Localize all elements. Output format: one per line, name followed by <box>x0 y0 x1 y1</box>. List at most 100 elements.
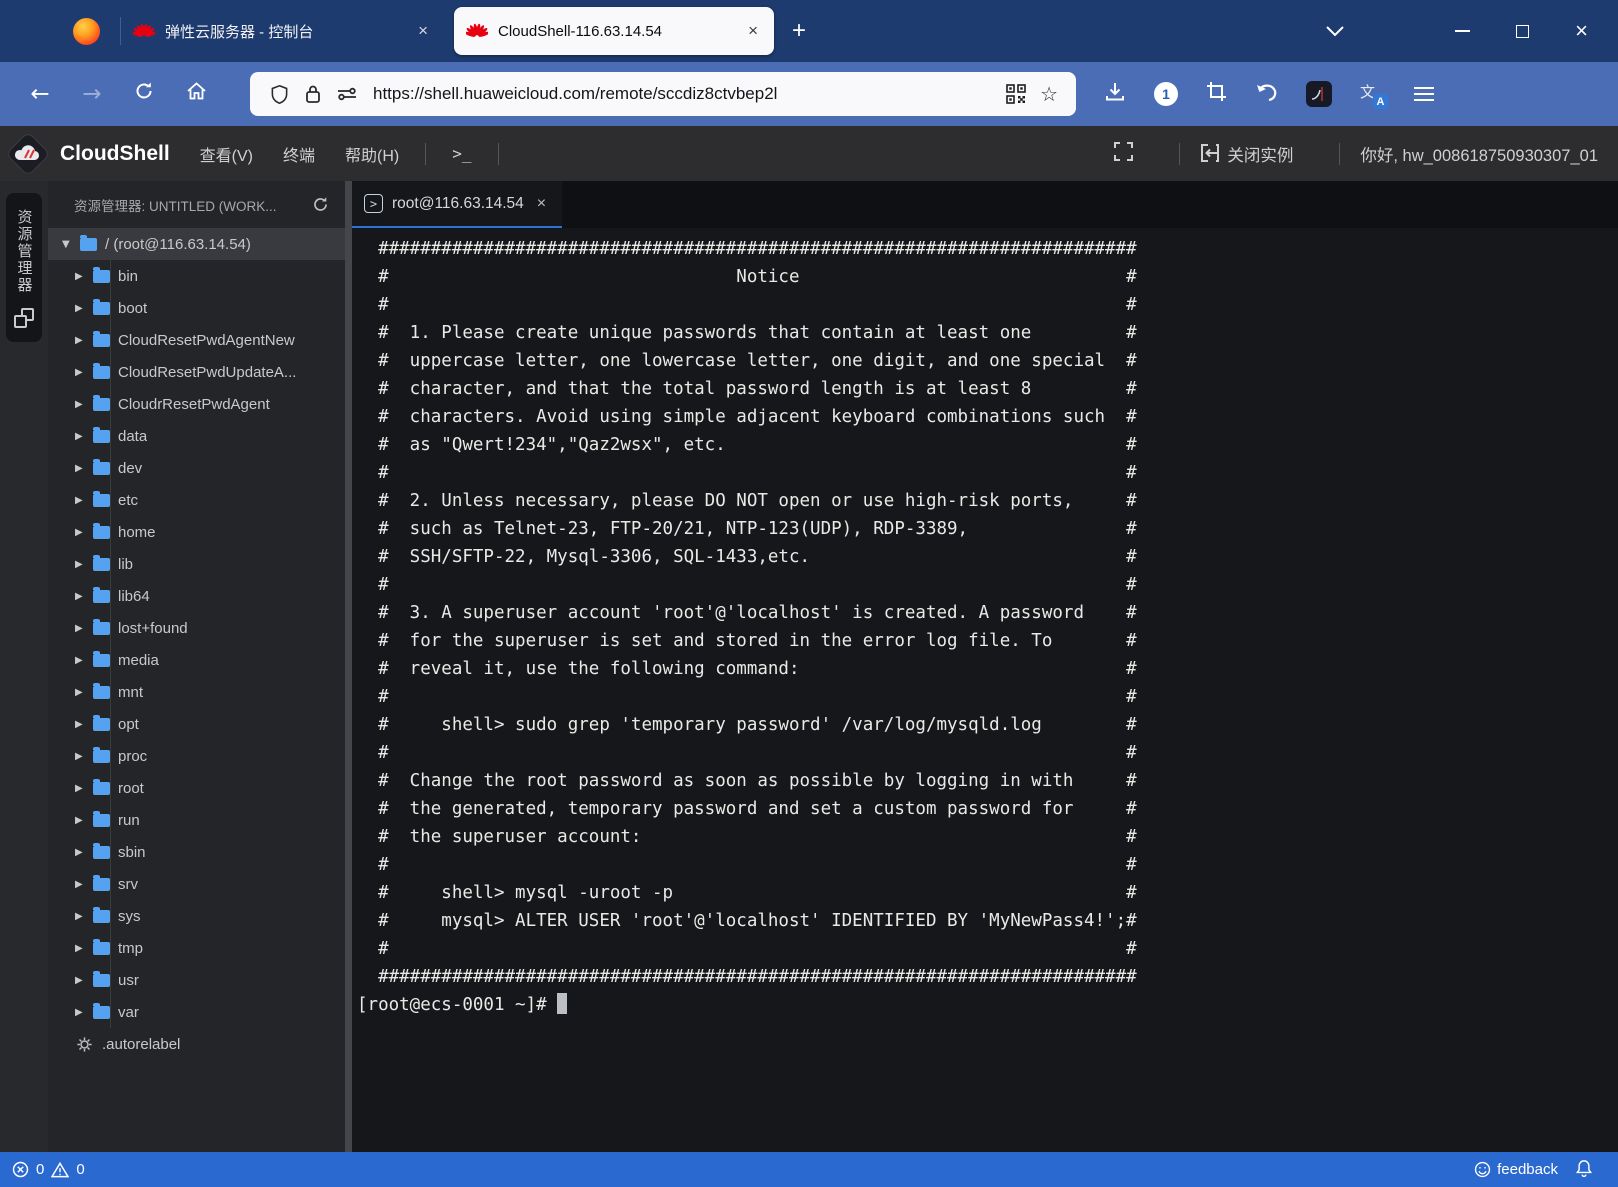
refresh-icon[interactable] <box>312 196 329 213</box>
chevron-collapsed-icon[interactable]: ▶ <box>75 623 93 634</box>
tree-row[interactable]: ▶ data <box>48 420 345 452</box>
terminal-tab[interactable]: > root@116.63.14.54 × <box>352 181 563 228</box>
tree-row[interactable]: ▶ srv <box>48 868 345 900</box>
feedback-button[interactable]: feedback <box>1474 1161 1558 1178</box>
menu-hamburger-icon[interactable] <box>1414 86 1434 102</box>
translate-icon[interactable]: 文 A <box>1360 81 1388 109</box>
terminal-tab-close-icon[interactable]: × <box>533 195 550 213</box>
back-button[interactable]: ← <box>14 81 66 107</box>
chevron-expanded-icon[interactable]: ▼ <box>62 239 80 250</box>
activity-tab-explorer[interactable]: 资源管理器 <box>6 193 42 342</box>
permissions-icon[interactable] <box>337 86 357 102</box>
chevron-collapsed-icon[interactable]: ▶ <box>75 559 93 570</box>
screenshot-crop-icon[interactable] <box>1206 81 1227 107</box>
chevron-collapsed-icon[interactable]: ▶ <box>75 463 93 474</box>
chevron-collapsed-icon[interactable]: ▶ <box>75 303 93 314</box>
tree-row[interactable]: ▶ dev <box>48 452 345 484</box>
tree-row-label: boot <box>118 299 148 317</box>
tree-row[interactable]: ▶ run <box>48 804 345 836</box>
chevron-collapsed-icon[interactable]: ▶ <box>75 655 93 666</box>
new-terminal-icon[interactable]: >_ <box>452 144 471 163</box>
chevron-collapsed-icon[interactable]: ▶ <box>75 975 93 986</box>
menu-help[interactable]: 帮助(H) <box>345 142 399 166</box>
chevron-collapsed-icon[interactable]: ▶ <box>75 847 93 858</box>
errors-count: 0 <box>36 1161 45 1178</box>
lock-icon[interactable] <box>305 84 321 104</box>
bookmark-star-icon[interactable]: ☆ <box>1040 82 1058 106</box>
menu-terminal[interactable]: 终端 <box>283 142 315 166</box>
chevron-collapsed-icon[interactable]: ▶ <box>75 783 93 794</box>
new-tab-button[interactable]: + <box>792 17 806 45</box>
notifications-bell-icon[interactable] <box>1576 1159 1592 1181</box>
tree-row[interactable]: ▶ CloudResetPwdAgentNew <box>48 324 345 356</box>
chevron-collapsed-icon[interactable]: ▶ <box>75 271 93 282</box>
tree-row[interactable]: ▶ bin <box>48 260 345 292</box>
tree-row-root[interactable]: ▼ / (root@116.63.14.54) <box>48 228 345 260</box>
tree-row[interactable]: ▶ CloudrResetPwdAgent <box>48 388 345 420</box>
tab-cloudshell[interactable]: CloudShell-116.63.14.54 × <box>454 7 774 55</box>
chevron-collapsed-icon[interactable]: ▶ <box>75 879 93 890</box>
warnings-icon <box>51 1161 70 1177</box>
chevron-collapsed-icon[interactable]: ▶ <box>75 399 93 410</box>
tree-row[interactable]: ▶ sys <box>48 900 345 932</box>
chevron-collapsed-icon[interactable]: ▶ <box>75 1007 93 1018</box>
terminal-prompt-line[interactable]: [root@ecs-0001 ~]# <box>357 991 1618 1019</box>
tree-row[interactable]: ▶ lost+found <box>48 612 345 644</box>
tree-row[interactable]: ▶ root <box>48 772 345 804</box>
chevron-collapsed-icon[interactable]: ▶ <box>75 335 93 346</box>
chevron-collapsed-icon[interactable]: ▶ <box>75 719 93 730</box>
tree-row[interactable]: ▶ sbin <box>48 836 345 868</box>
chevron-collapsed-icon[interactable]: ▶ <box>75 815 93 826</box>
chevron-collapsed-icon[interactable]: ▶ <box>75 751 93 762</box>
forward-button[interactable]: → <box>66 81 118 107</box>
minimize-button[interactable] <box>1455 30 1471 32</box>
chevron-collapsed-icon[interactable]: ▶ <box>75 431 93 442</box>
chevron-down-icon[interactable] <box>1325 25 1345 37</box>
shield-icon[interactable] <box>270 84 289 105</box>
extension-icon[interactable] <box>1306 81 1332 107</box>
tree-row[interactable]: ▶ lib64 <box>48 580 345 612</box>
menu-view[interactable]: 查看(V) <box>200 142 253 166</box>
address-bar[interactable]: https://shell.huaweicloud.com/remote/scc… <box>250 72 1076 116</box>
chevron-collapsed-icon[interactable]: ▶ <box>75 687 93 698</box>
chevron-collapsed-icon[interactable]: ▶ <box>75 943 93 954</box>
download-icon[interactable] <box>1104 81 1126 108</box>
window-close-button[interactable]: × <box>1575 20 1588 42</box>
tree-row-autorelabel[interactable]: .autorelabel <box>48 1028 345 1060</box>
toolbar-right: 1 文 A <box>1104 81 1434 109</box>
tab-close-icon[interactable]: × <box>744 21 762 41</box>
fullscreen-icon[interactable] <box>1114 141 1134 166</box>
tree-row[interactable]: ▶ media <box>48 644 345 676</box>
tab-console[interactable]: 弹性云服务器 - 控制台 × <box>121 0 444 62</box>
undo-arrow-icon[interactable] <box>1255 82 1278 107</box>
firefox-icon[interactable] <box>73 17 100 45</box>
url-text[interactable]: https://shell.huaweicloud.com/remote/scc… <box>373 84 998 104</box>
home-button[interactable] <box>170 81 222 107</box>
tree-row[interactable]: ▶ proc <box>48 740 345 772</box>
tree-row[interactable]: ▶ etc <box>48 484 345 516</box>
maximize-button[interactable] <box>1516 24 1530 38</box>
tree-row[interactable]: ▶ var <box>48 996 345 1028</box>
tree-row[interactable]: ▶ CloudResetPwdUpdateA... <box>48 356 345 388</box>
folder-icon <box>93 330 110 347</box>
folder-icon <box>93 874 110 891</box>
reload-button[interactable] <box>118 81 170 107</box>
tree-row[interactable]: ▶ home <box>48 516 345 548</box>
tree-row[interactable]: ▶ opt <box>48 708 345 740</box>
chevron-collapsed-icon[interactable]: ▶ <box>75 527 93 538</box>
chevron-collapsed-icon[interactable]: ▶ <box>75 367 93 378</box>
tree-row[interactable]: ▶ lib <box>48 548 345 580</box>
close-instance-button[interactable]: 关闭实例 <box>1200 142 1293 166</box>
tab-close-icon[interactable]: × <box>414 21 432 41</box>
problems-summary[interactable]: 0 0 <box>12 1161 85 1178</box>
terminal-screen[interactable]: ########################################… <box>352 228 1618 1152</box>
tree-row[interactable]: ▶ tmp <box>48 932 345 964</box>
tree-row[interactable]: ▶ usr <box>48 964 345 996</box>
tree-row[interactable]: ▶ mnt <box>48 676 345 708</box>
qr-code-icon[interactable] <box>1006 84 1026 104</box>
notification-badge[interactable]: 1 <box>1154 82 1178 106</box>
chevron-collapsed-icon[interactable]: ▶ <box>75 591 93 602</box>
chevron-collapsed-icon[interactable]: ▶ <box>75 495 93 506</box>
chevron-collapsed-icon[interactable]: ▶ <box>75 911 93 922</box>
tree-row[interactable]: ▶ boot <box>48 292 345 324</box>
